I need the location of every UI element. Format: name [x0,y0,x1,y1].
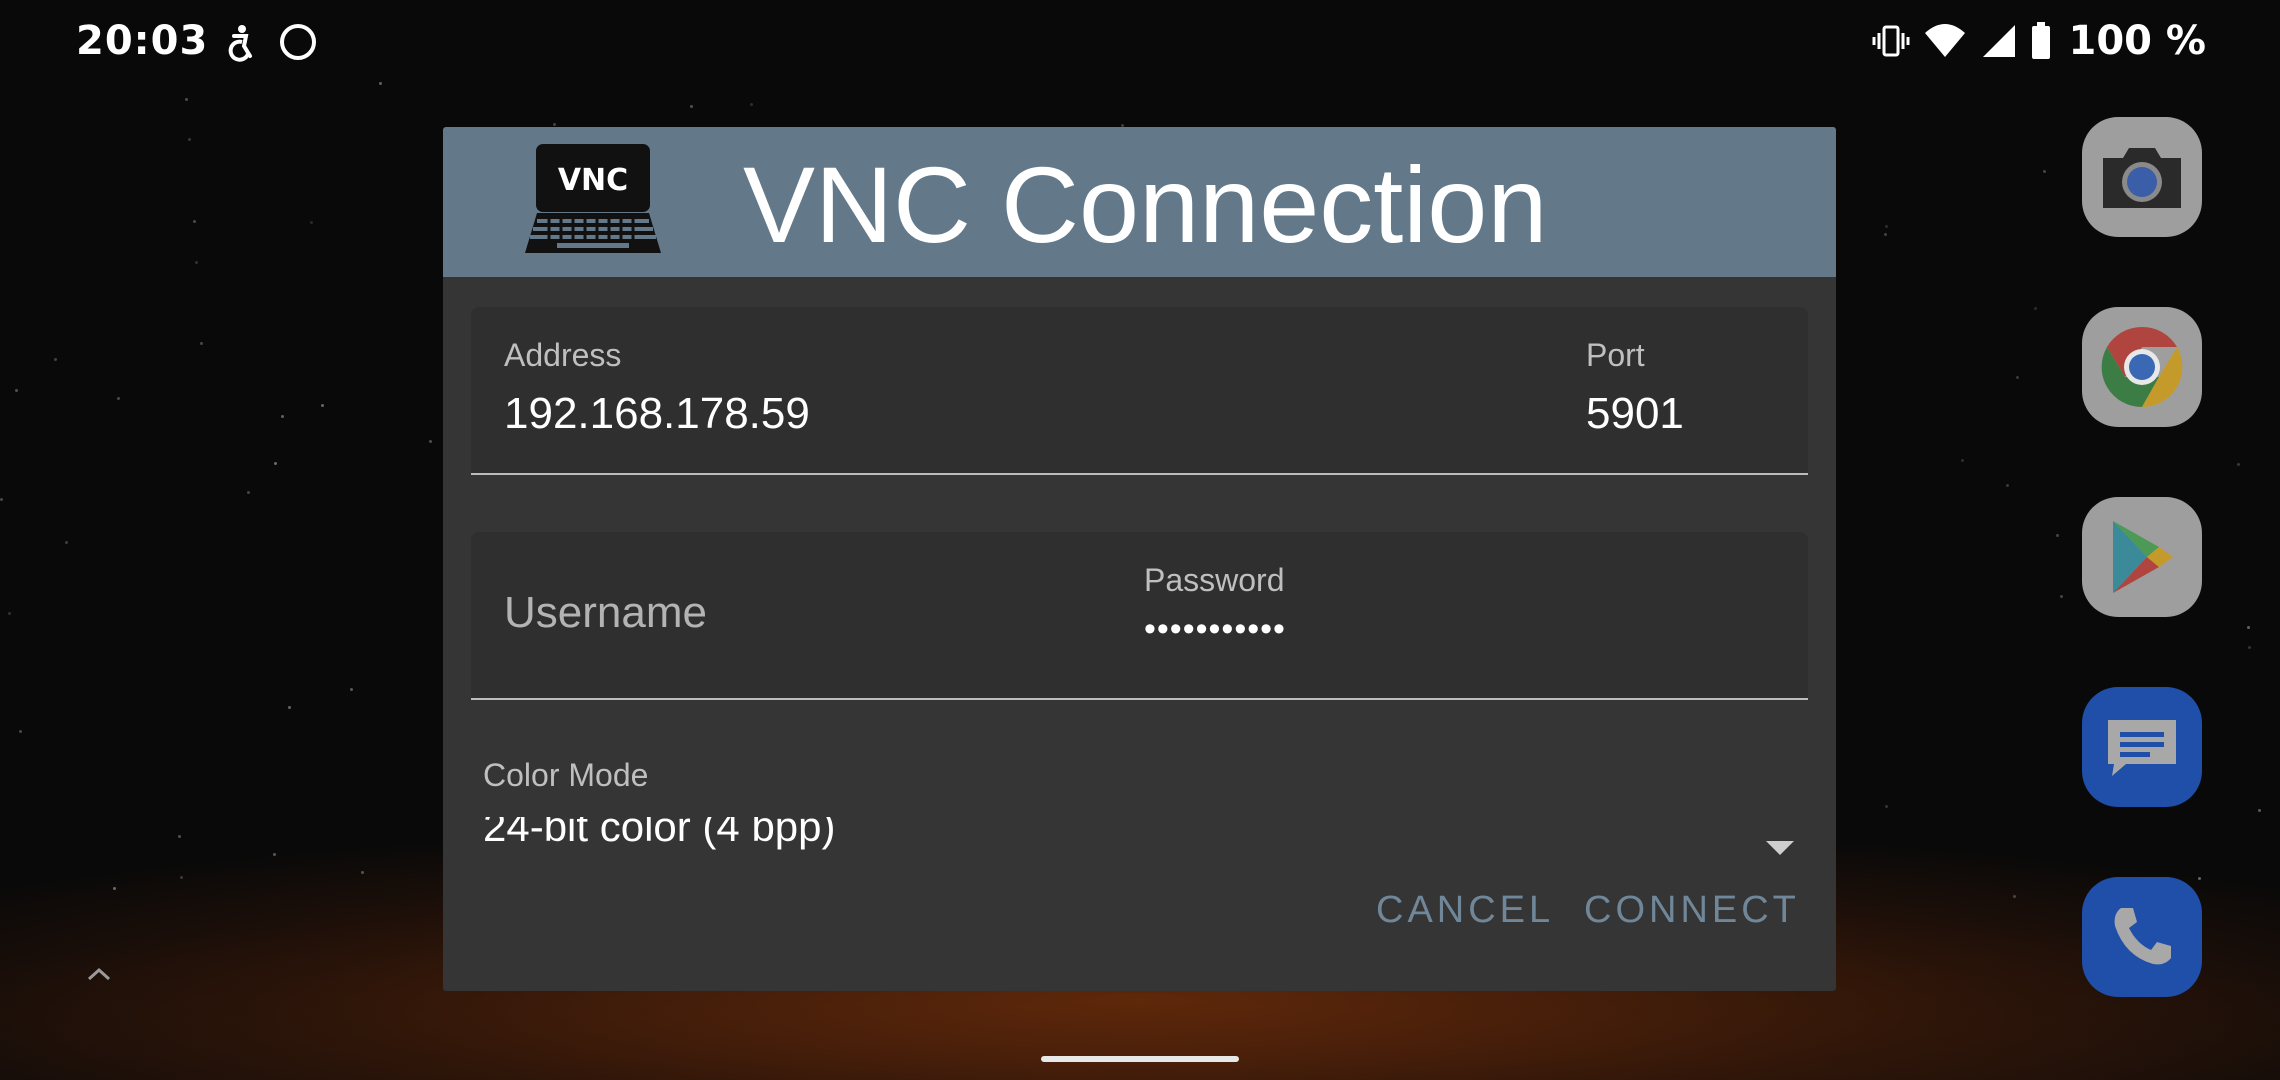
star [2258,809,2261,812]
star [361,871,364,874]
star [188,138,191,141]
port-label: Port [1586,337,1645,373]
star [2056,534,2059,537]
home-gesture-bar[interactable] [1041,1056,1239,1062]
star [1885,805,1888,808]
star [1961,459,1964,462]
star [690,105,693,108]
star [200,342,203,345]
star [117,397,120,400]
star [8,612,11,615]
star [1885,225,1888,228]
star [274,462,277,465]
star [429,440,432,443]
star [113,887,116,890]
vnc-laptop-icon: VNC [525,144,661,253]
circle-icon [280,24,316,60]
star [193,220,196,223]
star [2198,877,2201,880]
port-input[interactable]: 5901 [1586,389,1684,439]
status-time: 20:03 [76,18,209,64]
username-field[interactable]: Username [471,532,1139,698]
username-input[interactable]: Username [504,588,707,638]
color-mode-value: 24-bit color (4 bpp) [483,817,836,850]
star [2016,376,2019,379]
star [2060,595,2063,598]
address-label: Address [504,337,622,373]
app-drawer-arrow-icon[interactable] [86,966,112,982]
star [2034,307,2037,310]
star [321,404,324,407]
star [2013,895,2016,898]
status-bar-right: 100 % [1871,18,2207,64]
star [1884,233,1887,236]
battery-icon [2031,22,2050,59]
dialog-header: VNC VNC Connection [443,127,1836,277]
messages-icon [2108,720,2176,776]
star [2248,646,2251,649]
chrome-icon [2101,326,2183,408]
vnc-logo-text: VNC [558,163,628,198]
star [2043,170,2046,173]
star [178,835,181,838]
battery-percentage: 100 % [2068,18,2207,64]
star [19,730,22,733]
star [195,261,198,264]
vnc-connection-dialog: VNC VNC Connection Address 192.168.178.5… [443,127,1836,991]
cellular-signal-icon [1982,25,2015,57]
star [65,541,68,544]
phone-app-icon[interactable] [2082,877,2202,997]
chrome-app-icon[interactable] [2082,307,2202,427]
star [54,358,57,361]
address-input[interactable]: 192.168.178.59 [504,389,810,439]
credentials-row: Username Password ••••••••••• [471,532,1808,700]
play-store-app-icon[interactable] [2082,497,2202,617]
password-field[interactable]: Password ••••••••••• [1139,532,1808,698]
password-input[interactable]: ••••••••••• [1144,610,1286,649]
play-store-icon [2113,521,2173,593]
messages-app-icon[interactable] [2082,687,2202,807]
star [247,491,250,494]
star [15,389,18,392]
password-label: Password [1144,562,1285,598]
star [750,103,753,106]
star [2006,484,2009,487]
connect-button[interactable]: CONNECT [1584,889,1800,932]
star [310,221,313,224]
star [350,688,353,691]
star [0,498,3,501]
camera-icon [2103,148,2181,208]
address-field[interactable]: Address 192.168.178.59 [471,307,1541,473]
star [379,82,382,85]
star [180,876,183,879]
phone-icon [2114,908,2171,965]
dialog-title: VNC Connection [743,144,1548,265]
dropdown-arrow-icon [1766,841,1794,855]
color-mode-label: Color Mode [483,757,649,793]
color-mode-select[interactable]: 24-bit color (4 bpp) [483,817,1813,855]
star [288,706,291,709]
wifi-icon [1924,24,1965,57]
camera-app-icon[interactable] [2082,117,2202,237]
vibrate-icon [1872,25,1909,57]
star [2237,463,2240,466]
port-field[interactable]: Port 5901 [1541,307,1808,473]
star [553,123,556,126]
star [273,853,276,856]
star [185,98,188,101]
star [281,415,284,418]
cancel-button[interactable]: CANCEL [1376,889,1554,932]
accessibility-icon [228,25,252,62]
star [2247,626,2250,629]
address-port-row: Address 192.168.178.59 Port 5901 [471,307,1808,475]
